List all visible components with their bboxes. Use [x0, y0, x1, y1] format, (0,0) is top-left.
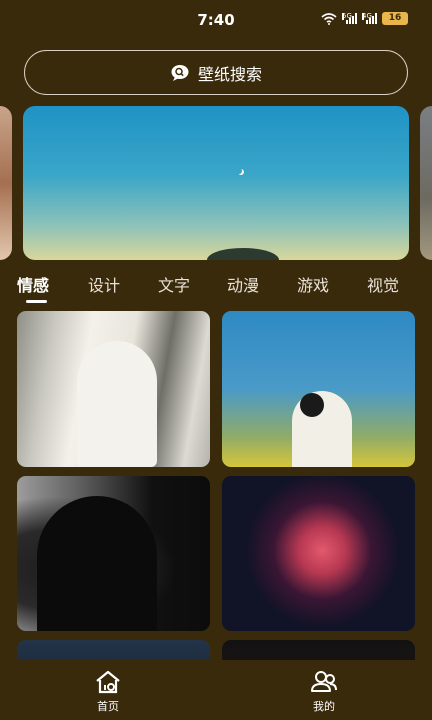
signal-label: 4G [362, 12, 372, 20]
moon-icon [236, 168, 242, 174]
banner-prev-slide[interactable] [0, 106, 12, 260]
tab-anime[interactable]: 动漫 [227, 272, 259, 296]
bottom-nav: 首页 我的 [0, 660, 432, 720]
dress-figure [77, 341, 157, 467]
nav-me[interactable]: 我的 [294, 670, 354, 714]
cellular-signal-icon: 5G [342, 13, 357, 24]
signal-label: 5G [342, 12, 352, 20]
nav-home-label: 首页 [97, 700, 119, 713]
wifi-icon [321, 12, 337, 25]
wallpaper-card[interactable] [17, 476, 210, 631]
tab-games[interactable]: 游戏 [297, 272, 329, 296]
wallpaper-card[interactable] [17, 311, 210, 467]
status-icons: 5G 4G 16 [321, 12, 408, 25]
search-label: 壁纸搜索 [197, 64, 262, 84]
wallpaper-search-button[interactable]: 壁纸搜索 [24, 50, 408, 95]
silhouette-figure [37, 496, 157, 631]
banner-main-slide[interactable] [23, 106, 409, 260]
tab-emotion[interactable]: 情感 [17, 272, 49, 296]
tab-visual[interactable]: 视觉 [367, 272, 399, 296]
home-icon [96, 670, 120, 694]
wallpaper-card[interactable] [222, 311, 415, 467]
girl-head [300, 393, 324, 417]
status-bar: 7:40 5G 4G 16 [0, 0, 432, 40]
tab-text[interactable]: 文字 [158, 272, 190, 296]
cellular-signal-icon: 4G [362, 13, 377, 24]
banner-next-slide[interactable] [420, 106, 432, 260]
wallpaper-card[interactable] [222, 476, 415, 631]
tree-silhouette [207, 248, 279, 260]
battery-icon: 16 [382, 12, 408, 25]
search-chat-icon [171, 64, 189, 81]
tab-design[interactable]: 设计 [88, 272, 120, 296]
category-tabs: 情感 设计 文字 动漫 游戏 视觉 [17, 272, 432, 296]
nav-me-label: 我的 [313, 700, 335, 713]
active-tab-indicator [26, 300, 47, 303]
profile-icon [311, 671, 337, 692]
nav-home[interactable]: 首页 [78, 670, 138, 714]
